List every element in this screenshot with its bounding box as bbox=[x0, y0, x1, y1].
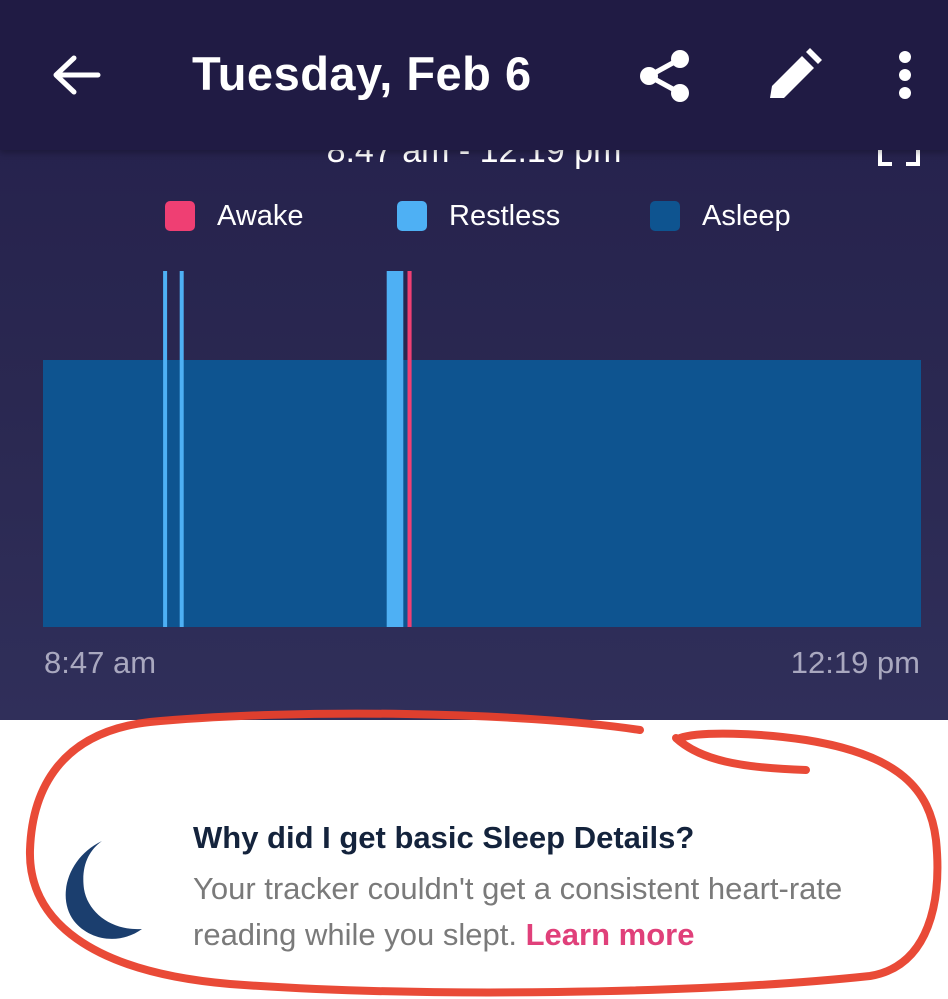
x-axis-start-label: 8:47 am bbox=[44, 645, 157, 680]
basic-sleep-info-card: Why did I get basic Sleep Details? Your … bbox=[0, 720, 948, 999]
info-body: Your tracker couldn't get a consistent h… bbox=[193, 866, 923, 958]
arrow-left-icon[interactable] bbox=[48, 50, 104, 100]
sleep-segment-restless-1 bbox=[163, 271, 168, 627]
sleep-segment-restless-2 bbox=[179, 271, 184, 627]
info-title: Why did I get basic Sleep Details? bbox=[193, 820, 695, 855]
learn-more-link[interactable]: Learn more bbox=[526, 917, 695, 952]
sleep-segment-awake-4 bbox=[407, 271, 412, 627]
pencil-icon[interactable] bbox=[764, 48, 822, 104]
moon-icon bbox=[65, 841, 142, 939]
share-icon[interactable] bbox=[636, 48, 692, 104]
more-vertical-icon[interactable] bbox=[888, 50, 922, 104]
sleep-segment-asleep-0 bbox=[43, 360, 921, 627]
page-title: Tuesday, Feb 6 bbox=[192, 47, 532, 100]
sleep-segment-restless-3 bbox=[386, 271, 404, 627]
app-bar: Tuesday, Feb 6 bbox=[0, 0, 948, 150]
x-axis-end-label: 12:19 pm bbox=[790, 645, 920, 680]
info-body-text: Your tracker couldn't get a consistent h… bbox=[193, 871, 843, 952]
